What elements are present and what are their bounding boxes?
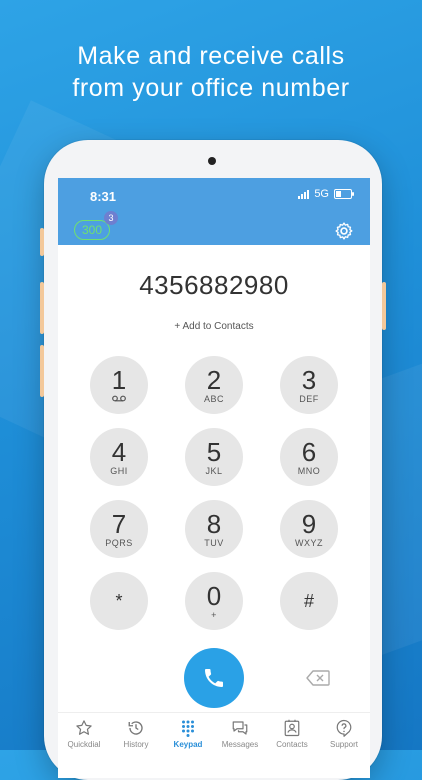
key-letters: +: [211, 610, 217, 620]
key-9[interactable]: 9 WXYZ: [280, 500, 338, 558]
voicemail-icon: [90, 394, 148, 404]
key-digit: 7: [111, 509, 127, 539]
tab-history[interactable]: History: [110, 713, 162, 778]
support-icon: [336, 719, 352, 737]
key-digit: 5: [206, 437, 222, 467]
key-1[interactable]: 1: [90, 356, 148, 414]
key-letters: WXYZ: [295, 538, 323, 548]
key-digit: 4: [111, 437, 127, 467]
phone-side-button: [40, 228, 44, 256]
tab-label: History: [123, 740, 149, 749]
tab-label: Messages: [221, 740, 259, 749]
key-symbol: #: [303, 591, 314, 611]
key-2[interactable]: 2 ABC: [185, 356, 243, 414]
network-type: 5G: [314, 188, 329, 200]
key-hash[interactable]: #: [280, 572, 338, 630]
gear-icon[interactable]: [334, 221, 354, 241]
extension-pill[interactable]: 300: [74, 220, 110, 240]
key-digit: 1: [111, 365, 127, 395]
phone-side-button: [382, 282, 386, 330]
tab-keypad[interactable]: Keypad: [162, 713, 214, 778]
key-letters: ABC: [203, 394, 224, 404]
history-icon: [128, 721, 143, 735]
key-7[interactable]: 7 PQRS: [90, 500, 148, 558]
tab-quickdial[interactable]: Quickdial: [58, 713, 110, 778]
tab-contacts[interactable]: Contacts: [266, 713, 318, 778]
app-screen: 8:31 5G 300 3 4356882980 + Add to Contac…: [58, 178, 370, 778]
headline: Make and receive calls from your office …: [0, 40, 422, 104]
key-digit: 8: [206, 509, 222, 539]
dialed-number: 4356882980: [139, 270, 289, 300]
tab-label: Quickdial: [67, 740, 101, 749]
add-to-contacts-link[interactable]: + Add to Contacts: [58, 321, 370, 332]
key-star[interactable]: *: [90, 572, 148, 630]
headline-line-2: from your office number: [72, 74, 350, 102]
key-digit: 3: [301, 365, 317, 395]
signal-icon: [298, 189, 310, 199]
status-icons: 5G: [298, 188, 354, 200]
star-icon: [76, 720, 92, 735]
key-8[interactable]: 8 TUV: [185, 500, 243, 558]
key-letters: MNO: [297, 466, 321, 476]
headline-line-1: Make and receive calls: [77, 42, 345, 70]
battery-icon: [334, 189, 354, 199]
keypad-icon: [182, 720, 194, 737]
key-3[interactable]: 3 DEF: [280, 356, 338, 414]
key-letters: GHI: [110, 466, 128, 476]
backspace-icon[interactable]: [306, 670, 330, 686]
key-letters: DEF: [299, 394, 319, 404]
tab-bar: Quickdial History Keypad Messages Contac…: [58, 712, 370, 778]
tab-label: Contacts: [276, 740, 308, 749]
key-symbol: *: [115, 591, 123, 611]
key-letters: JKL: [205, 466, 223, 476]
key-digit: 0: [206, 581, 222, 611]
key-5[interactable]: 5 JKL: [185, 428, 243, 486]
notification-badge: 3: [104, 211, 118, 225]
phone-camera: [208, 157, 216, 165]
key-letters: PQRS: [105, 538, 133, 548]
key-letters: TUV: [204, 538, 224, 548]
messages-icon: [232, 721, 248, 735]
call-button[interactable]: [184, 648, 244, 708]
status-time: 8:31: [90, 189, 117, 204]
phone-side-button: [40, 282, 44, 334]
key-digit: 9: [301, 509, 317, 539]
phone-frame: 8:31 5G 300 3 4356882980 + Add to Contac…: [40, 140, 386, 780]
tab-messages[interactable]: Messages: [214, 713, 266, 778]
key-6[interactable]: 6 MNO: [280, 428, 338, 486]
phone-side-button: [40, 345, 44, 397]
tab-label: Keypad: [173, 740, 203, 749]
contacts-icon: [284, 719, 300, 737]
tab-label: Support: [329, 740, 359, 749]
key-digit: 2: [206, 365, 222, 395]
key-0[interactable]: 0 +: [185, 572, 243, 630]
key-digit: 6: [301, 437, 317, 467]
tab-support[interactable]: Support: [318, 713, 370, 778]
key-4[interactable]: 4 GHI: [90, 428, 148, 486]
phone-icon: [205, 669, 223, 687]
app-header: 8:31 5G 300 3: [58, 178, 370, 245]
